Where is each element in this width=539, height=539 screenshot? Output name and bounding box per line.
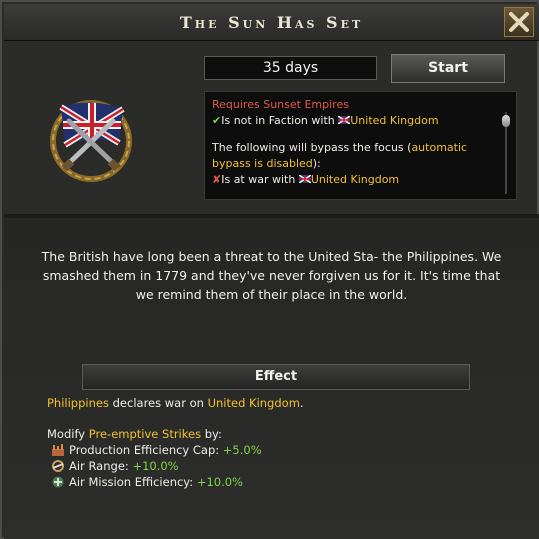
war-declaration-line: Philippines declares war on United Kingd…: [47, 395, 517, 411]
country-name: United Kingdom: [310, 173, 400, 186]
air-efficiency-icon: [52, 476, 64, 488]
modifier-row: Air Range: +10.0%: [47, 458, 517, 474]
condition-text: Is at war with: [221, 173, 296, 186]
modify-line: Modify Pre-emptive Strikes by:: [47, 426, 517, 442]
country-name: United Kingdom: [350, 114, 439, 127]
close-icon: [509, 12, 529, 32]
title-bar: The Sun Has Set: [4, 4, 539, 41]
bypass-text: The following will bypass the focus (: [212, 141, 412, 154]
modifier-label: Production Efficiency Cap:: [69, 443, 220, 457]
modify-prefix: Modify: [47, 427, 86, 441]
window-title: The Sun Has Set: [179, 13, 364, 32]
requires-label: Requires: [212, 98, 260, 111]
effect-header: Effect: [82, 364, 470, 390]
modify-idea-name: Pre-emptive Strikes: [88, 427, 202, 441]
modifier-value: +5.0%: [222, 443, 262, 457]
modify-suffix: by:: [204, 427, 222, 441]
factory-icon: [52, 444, 64, 456]
modifier-value: +10.0%: [132, 459, 179, 473]
start-button[interactable]: Start: [391, 54, 505, 83]
requirements-panel: Requires Sunset Empires ✔Is not in Facti…: [204, 91, 517, 200]
condition-text: Is not in Faction with: [221, 114, 335, 127]
modifier-value: +10.0%: [196, 475, 243, 489]
focus-description: The British have long been a threat to t…: [41, 249, 502, 302]
required-focus: Sunset Empires: [263, 98, 349, 111]
checkmark-icon: ✔: [212, 114, 222, 127]
uk-flag-icon: [298, 174, 312, 184]
scroll-thumb[interactable]: [502, 115, 510, 127]
modifier-label: Air Mission Efficiency:: [69, 475, 194, 489]
effect-list: Philippines declares war on United Kingd…: [47, 395, 517, 490]
modifier-label: Air Range:: [69, 459, 129, 473]
bypass-suffix: ):: [312, 157, 321, 170]
modifier-row: Production Efficiency Cap: +5.0%: [47, 442, 517, 458]
bypass-line: The following will bypass the focus (aut…: [212, 140, 496, 172]
air-range-icon: [52, 460, 64, 472]
focus-window: The Sun Has Set 35 days Start Requires S…: [0, 0, 539, 539]
condition-war: ✘Is at war with United Kingdom: [212, 172, 496, 188]
effect-action: declares war on: [112, 396, 204, 410]
condition-faction: ✔Is not in Faction with United Kingdom: [212, 113, 496, 129]
target-country: United Kingdom: [207, 396, 300, 410]
uk-flag-icon: [337, 115, 351, 125]
focus-emblem-icon: [50, 100, 132, 182]
actor-country: Philippines: [47, 396, 109, 410]
close-button[interactable]: [504, 7, 534, 37]
effect-period: .: [299, 396, 304, 410]
requires-line: Requires Sunset Empires: [212, 97, 496, 113]
requirements-scrollbar[interactable]: [502, 112, 510, 194]
duration-display: 35 days: [204, 56, 377, 80]
modifier-row: Air Mission Efficiency: +10.0%: [47, 474, 517, 490]
cross-icon: ✘: [212, 173, 222, 186]
